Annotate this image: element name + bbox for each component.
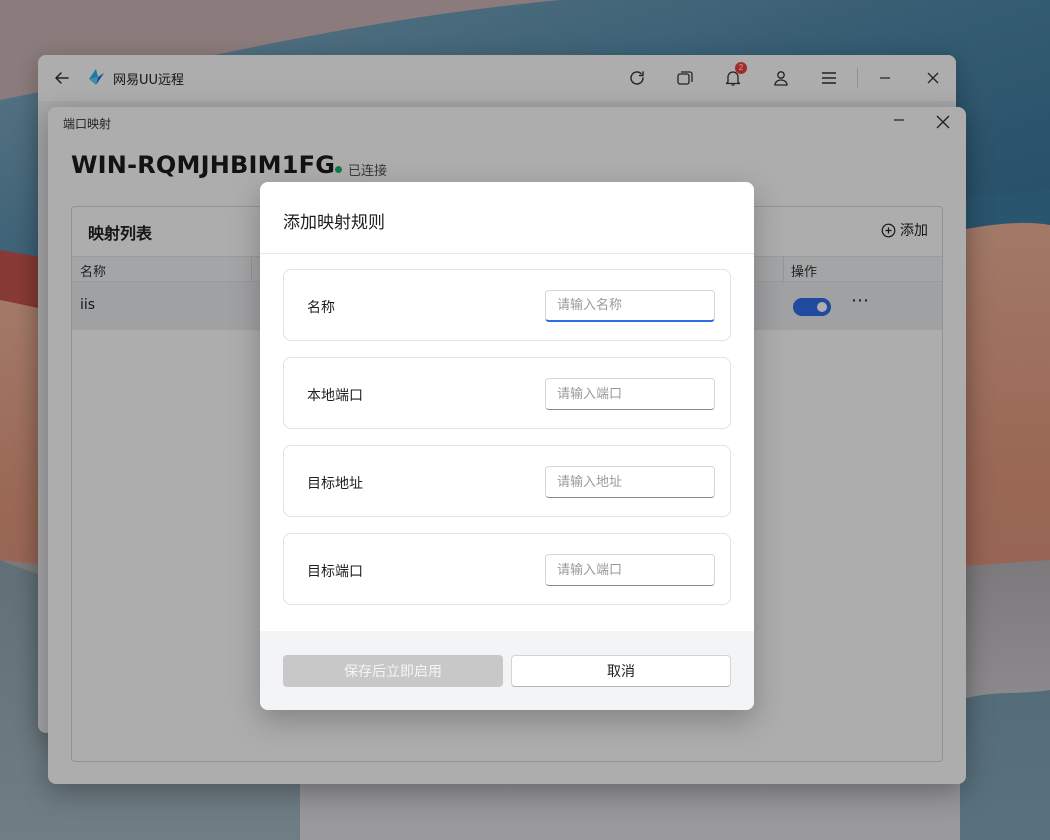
dialog-divider bbox=[260, 253, 754, 254]
target-address-input[interactable] bbox=[545, 466, 715, 498]
cancel-button[interactable]: 取消 bbox=[511, 655, 731, 687]
add-mapping-dialog: 添加映射规则 名称 本地端口 目标地址 目标端口 保存后立即启用 取消 bbox=[260, 182, 754, 710]
save-and-enable-button[interactable]: 保存后立即启用 bbox=[283, 655, 503, 687]
field-target-port: 目标端口 bbox=[283, 533, 731, 605]
field-label-target-address: 目标地址 bbox=[307, 476, 363, 492]
field-local-port: 本地端口 bbox=[283, 357, 731, 429]
field-label-name: 名称 bbox=[307, 300, 335, 316]
field-label-local-port: 本地端口 bbox=[307, 388, 363, 404]
field-name: 名称 bbox=[283, 269, 731, 341]
dialog-title: 添加映射规则 bbox=[283, 213, 385, 233]
target-port-input[interactable] bbox=[545, 554, 715, 586]
field-target-address: 目标地址 bbox=[283, 445, 731, 517]
name-input[interactable] bbox=[545, 290, 715, 322]
local-port-input[interactable] bbox=[545, 378, 715, 410]
dialog-footer: 保存后立即启用 取消 bbox=[260, 631, 754, 710]
field-label-target-port: 目标端口 bbox=[307, 564, 363, 580]
